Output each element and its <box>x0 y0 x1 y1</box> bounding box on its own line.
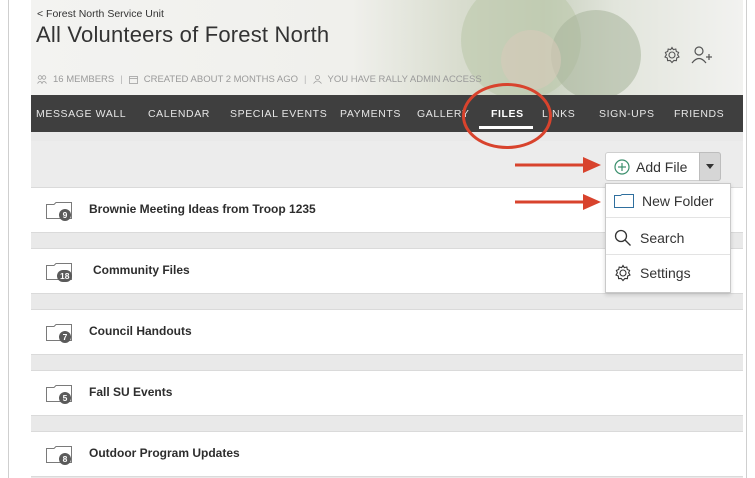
arrow-to-add-file <box>515 157 601 173</box>
folder-name[interactable]: Outdoor Program Updates <box>89 446 240 460</box>
header-photo-shade <box>551 10 641 95</box>
arrow-to-new-folder <box>515 194 601 210</box>
folder-row[interactable]: 5 Fall SU Events <box>31 370 743 416</box>
group-meta: 16 MEMBERS | CREATED ABOUT 2 MONTHS AGO … <box>37 74 482 85</box>
members-icon <box>37 75 47 84</box>
folder-icon <box>614 193 634 208</box>
header-photo-face <box>501 30 561 90</box>
chevron-down-icon <box>706 164 714 169</box>
add-file-button[interactable]: Add File <box>605 152 721 181</box>
group-nav: MESSAGE WALL CALENDAR SPECIAL EVENTS PAY… <box>31 95 743 132</box>
tab-calendar[interactable]: CALENDAR <box>148 108 210 120</box>
menu-item-label: Settings <box>640 265 691 281</box>
tab-sign-ups[interactable]: SIGN-UPS <box>599 108 655 120</box>
folder-row[interactable]: 8 Outdoor Program Updates <box>31 431 743 477</box>
calendar-icon <box>128 76 138 84</box>
menu-item-label: New Folder <box>642 192 714 209</box>
gear-icon[interactable] <box>663 46 681 64</box>
tab-special-events[interactable]: SPECIAL EVENTS <box>230 108 327 120</box>
files-toolbar: Add File <box>31 141 743 187</box>
item-count-badge: 8 <box>59 453 71 465</box>
files-tab-highlight <box>462 83 552 149</box>
tab-payments[interactable]: PAYMENTS <box>340 108 401 120</box>
created-date: CREATED ABOUT 2 MONTHS AGO <box>143 74 299 85</box>
folder-name[interactable]: Brownie Meeting Ideas from Troop 1235 <box>89 202 316 216</box>
group-header: < Forest North Service Unit All Voluntee… <box>31 0 743 95</box>
folder-name[interactable]: Community Files <box>93 263 190 277</box>
admin-access: YOU HAVE RALLY ADMIN ACCESS <box>327 74 482 85</box>
tab-friends[interactable]: FRIENDS <box>674 108 724 120</box>
folder-row[interactable]: 7 Council Handouts <box>31 309 743 355</box>
back-link[interactable]: < Forest North Service Unit <box>37 8 164 20</box>
item-count-badge: 18 <box>57 270 73 282</box>
item-count-badge: 9 <box>59 209 71 221</box>
gear-icon <box>615 264 631 282</box>
menu-item-new-folder[interactable]: New Folder <box>606 184 730 218</box>
add-file-dropdown-toggle[interactable] <box>699 152 721 181</box>
add-member-icon[interactable] <box>691 46 713 64</box>
meta-separator: | <box>120 74 123 85</box>
add-file-menu: New Folder Search Settings <box>605 183 731 293</box>
item-count-badge: 5 <box>59 392 71 404</box>
app-window: < Forest North Service Unit All Voluntee… <box>31 0 743 478</box>
menu-item-label: Search <box>640 229 685 246</box>
menu-item-settings[interactable]: Settings <box>606 256 730 290</box>
item-count-badge: 7 <box>59 331 71 343</box>
add-file-label: Add File <box>636 158 688 175</box>
plus-circle-icon <box>614 158 630 175</box>
tab-message-wall[interactable]: MESSAGE WALL <box>36 108 126 120</box>
folder-name[interactable]: Council Handouts <box>89 324 192 338</box>
meta-separator: | <box>304 74 307 85</box>
search-icon <box>614 229 631 246</box>
menu-item-search[interactable]: Search <box>606 221 730 255</box>
user-icon <box>312 75 322 84</box>
members-count: 16 MEMBERS <box>53 74 115 85</box>
folder-name[interactable]: Fall SU Events <box>89 385 172 399</box>
page-title: All Volunteers of Forest North <box>36 22 330 47</box>
